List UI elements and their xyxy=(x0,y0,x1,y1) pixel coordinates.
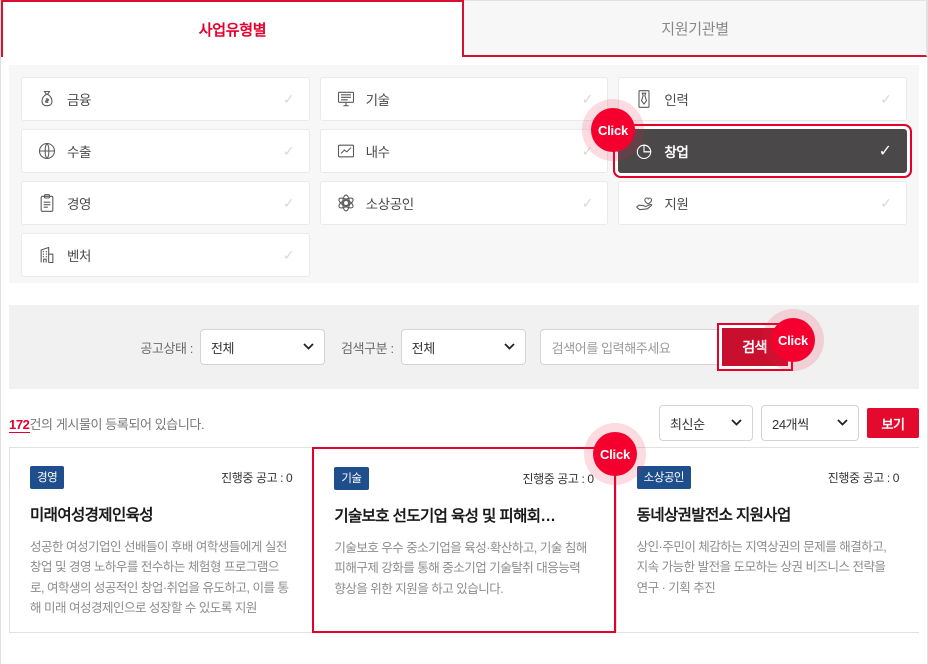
status-filter-label: 공고상태 : xyxy=(140,340,193,356)
check-icon: ✓ xyxy=(581,194,594,211)
results-count-text: 172건의 게시물이 등록되어 있습니다. xyxy=(9,414,205,433)
results-tools: 최신순 24개씩 보기 xyxy=(659,405,919,441)
clipboard-icon xyxy=(36,192,58,214)
page-size-value: 24개씩 xyxy=(772,416,809,432)
category-label: 창업 xyxy=(664,145,689,160)
card-description: 상인·주민이 체감하는 지역상권의 문제를 해결하고, 지속 가능한 발전을 도… xyxy=(636,540,887,595)
view-button-label: 보기 xyxy=(881,416,905,432)
search-button[interactable]: 검색 xyxy=(721,328,788,366)
check-icon: ✓ xyxy=(282,90,295,107)
results-header: 172건의 게시물이 등록되어 있습니다. 최신순 24개씩 보기 xyxy=(9,403,919,443)
category-grid: 금융 ✓ 기술 ✓ 인력 ✓ 수출 ✓ 내수 ✓ 창업 ✓ 경영 ✓ 소상공인 … xyxy=(21,77,907,277)
category-item-geumyung[interactable]: 금융 ✓ xyxy=(21,77,310,121)
search-input-placeholder: 검색어를 입력해주세요 xyxy=(551,340,671,356)
chevron-down-icon xyxy=(821,417,848,429)
result-card[interactable]: 소상공인 진행중 공고 : 0 동네상권발전소 지원사업 상인·주민이 체감하는… xyxy=(615,447,919,633)
result-card[interactable]: 경영 진행중 공고 : 0 미래여성경제인육성 성공한 여성기업인 선배들이 후… xyxy=(9,447,313,633)
category-item-suchul[interactable]: 수출 ✓ xyxy=(21,129,310,173)
chevron-down-icon xyxy=(287,341,314,353)
type-filter-label: 검색구분 : xyxy=(341,340,394,356)
card-meta: 진행중 공고 : 0 xyxy=(827,471,900,485)
card-title: 미래여성경제인육성 xyxy=(30,507,154,524)
status-badge: 기술 xyxy=(334,467,369,490)
category-label: 지원 xyxy=(664,197,689,212)
tab-business-type-label: 사업유형별 xyxy=(198,22,267,39)
category-item-gyeongyeong[interactable]: 경영 ✓ xyxy=(21,181,310,225)
check-icon: ✓ xyxy=(581,90,594,107)
type-filter-value: 전체 xyxy=(411,340,436,356)
tab-support-agency-label: 지원기관별 xyxy=(661,20,729,38)
category-label: 경영 xyxy=(67,197,92,212)
category-item-jiwon[interactable]: 지원 ✓ xyxy=(618,181,907,225)
category-grid-spacer-1 xyxy=(320,233,609,277)
category-item-naesu[interactable]: 내수 ✓ xyxy=(319,129,609,173)
category-label: 소상공인 xyxy=(365,197,414,212)
check-icon: ✓ xyxy=(282,142,295,159)
monitor-icon xyxy=(335,88,357,110)
category-label: 수출 xyxy=(67,145,92,160)
sort-order-value: 최신순 xyxy=(670,416,705,432)
card-meta: 진행중 공고 : 0 xyxy=(522,472,594,486)
check-icon: ✓ xyxy=(282,246,295,263)
result-card[interactable]: 기술 진행중 공고 : 0 기술보호 선도기업 육성 및 피해회… 기술보호 우… xyxy=(312,447,616,633)
type-filter-select[interactable]: 전체 xyxy=(400,329,526,365)
hand-heart-icon xyxy=(633,192,655,214)
status-badge: 소상공인 xyxy=(636,466,691,489)
status-filter-select[interactable]: 전체 xyxy=(200,329,325,365)
search-button-label: 검색 xyxy=(742,339,768,355)
chevron-down-icon xyxy=(488,341,515,353)
category-label: 벤처 xyxy=(67,249,92,264)
category-label: 금융 xyxy=(67,93,92,108)
card-header: 경영 진행중 공고 : 0 xyxy=(30,466,293,489)
status-badge: 경영 xyxy=(30,466,65,489)
category-item-inryeok[interactable]: 인력 ✓ xyxy=(618,77,907,121)
category-tabs: 사업유형별 지원기관별 xyxy=(1,0,927,57)
sort-order-select[interactable]: 최신순 xyxy=(659,405,753,441)
tab-business-type[interactable]: 사업유형별 xyxy=(1,0,464,57)
category-item-bencheo[interactable]: 벤처 ✓ xyxy=(21,233,310,277)
search-input[interactable]: 검색어를 입력해주세요 xyxy=(539,329,722,365)
results-count-suffix: 건의 게시물이 등록되어 있습니다. xyxy=(29,416,205,432)
check-icon: ✓ xyxy=(878,143,892,160)
tab-support-agency[interactable]: 지원기관별 xyxy=(464,0,927,57)
atom-icon xyxy=(335,192,357,214)
card-title: 동네상권발전소 지원사업 xyxy=(636,507,792,524)
category-grid-spacer-2 xyxy=(618,233,907,277)
results-count-number: 172 xyxy=(9,416,30,433)
necktie-icon xyxy=(633,88,655,110)
category-label: 기술 xyxy=(365,93,390,108)
category-label: 내수 xyxy=(365,145,390,160)
card-meta: 진행중 공고 : 0 xyxy=(221,471,293,485)
chevron-down-icon xyxy=(715,417,742,429)
card-title: 기술보호 선도기업 육성 및 피해회… xyxy=(334,508,556,525)
check-icon: ✓ xyxy=(880,194,892,211)
page-size-select[interactable]: 24개씩 xyxy=(761,405,859,441)
status-filter-value: 전체 xyxy=(211,340,235,356)
building-icon xyxy=(36,244,58,266)
category-item-sosanggongin[interactable]: 소상공인 ✓ xyxy=(319,181,609,225)
filter-bar: 공고상태 : 전체 검색구분 : 전체 검색어를 입력해주세요 검색 Click xyxy=(9,305,919,389)
category-panel: 금융 ✓ 기술 ✓ 인력 ✓ 수출 ✓ 내수 ✓ 창업 ✓ 경영 ✓ 소상공인 … xyxy=(9,65,919,283)
card-description: 성공한 여성기업인 선배들이 후배 여학생들에게 실전창업 및 경영 노하우를 … xyxy=(30,540,289,615)
card-header: 소상공인 진행중 공고 : 0 xyxy=(636,466,900,489)
category-item-changeop[interactable]: 창업 ✓ xyxy=(618,129,907,173)
check-icon: ✓ xyxy=(581,142,594,159)
chart-icon xyxy=(335,140,357,162)
view-button[interactable]: 보기 xyxy=(867,408,919,438)
card-header: 기술 진행중 공고 : 0 xyxy=(334,467,594,490)
check-icon: ✓ xyxy=(282,194,295,211)
results-grid: 경영 진행중 공고 : 0 미래여성경제인육성 성공한 여성기업인 선배들이 후… xyxy=(9,423,919,633)
filter-section: 공고상태 : 전체 검색구분 : 전체 검색어를 입력해주세요 검색 Click xyxy=(9,305,919,389)
check-icon: ✓ xyxy=(880,90,892,107)
category-label: 인력 xyxy=(664,93,689,108)
category-item-gisul[interactable]: 기술 ✓ xyxy=(319,77,609,121)
money-bag-icon xyxy=(36,88,58,110)
pie-chart-icon xyxy=(633,140,655,162)
card-description: 기술보호 우수 중소기업을 육성·확산하고, 기술 침해 피해구제 강화를 통해… xyxy=(334,541,587,596)
globe-icon xyxy=(36,140,58,162)
